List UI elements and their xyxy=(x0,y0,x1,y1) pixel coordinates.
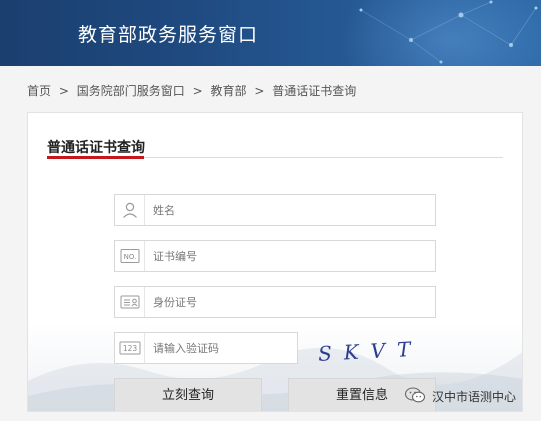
user-icon xyxy=(115,195,145,225)
watermark-text: 汉中市语测中心 xyxy=(432,390,517,404)
id-number-input[interactable] xyxy=(145,288,425,316)
section-title: 普通话证书查询 xyxy=(47,140,145,156)
svg-text:NO.: NO. xyxy=(123,253,136,261)
watermark: 汉中市语测中心 xyxy=(404,386,516,407)
breadcrumb: 首页 > 国务院部门服务窗口 > 教育部 > 普通话证书查询 xyxy=(27,82,360,99)
captcha-input[interactable] xyxy=(145,334,291,362)
captcha-field[interactable]: 123 xyxy=(114,332,298,364)
certificate-number-input[interactable] xyxy=(145,242,425,270)
name-input[interactable] xyxy=(145,196,425,224)
breadcrumb-separator: > xyxy=(192,84,203,98)
wechat-icon xyxy=(404,386,426,407)
query-card: 普通话证书查询 NO. xyxy=(27,112,523,412)
captcha-image[interactable]: SKVT xyxy=(314,333,424,369)
certificate-number-icon: NO. xyxy=(115,241,145,271)
id-field[interactable] xyxy=(114,286,436,318)
name-field[interactable] xyxy=(114,194,436,226)
svg-text:123: 123 xyxy=(122,344,137,353)
network-decoration xyxy=(359,0,538,64)
breadcrumb-separator: > xyxy=(254,84,265,98)
site-title: 教育部政务服务窗口 xyxy=(78,24,259,46)
header-banner: 教育部政务服务窗口 xyxy=(0,0,541,66)
breadcrumb-current: 普通话证书查询 xyxy=(272,84,357,98)
breadcrumb-home[interactable]: 首页 xyxy=(27,84,51,98)
captcha-text: SKVT xyxy=(317,336,423,365)
breadcrumb-ministry[interactable]: 教育部 xyxy=(210,84,246,98)
id-card-icon xyxy=(115,287,145,317)
breadcrumb-state-council[interactable]: 国务院部门服务窗口 xyxy=(77,84,185,98)
title-underline xyxy=(47,156,144,159)
breadcrumb-separator: > xyxy=(58,84,69,98)
query-button[interactable]: 立刻查询 xyxy=(114,378,262,411)
captcha-icon: 123 xyxy=(115,333,145,363)
certificate-field[interactable]: NO. xyxy=(114,240,436,272)
